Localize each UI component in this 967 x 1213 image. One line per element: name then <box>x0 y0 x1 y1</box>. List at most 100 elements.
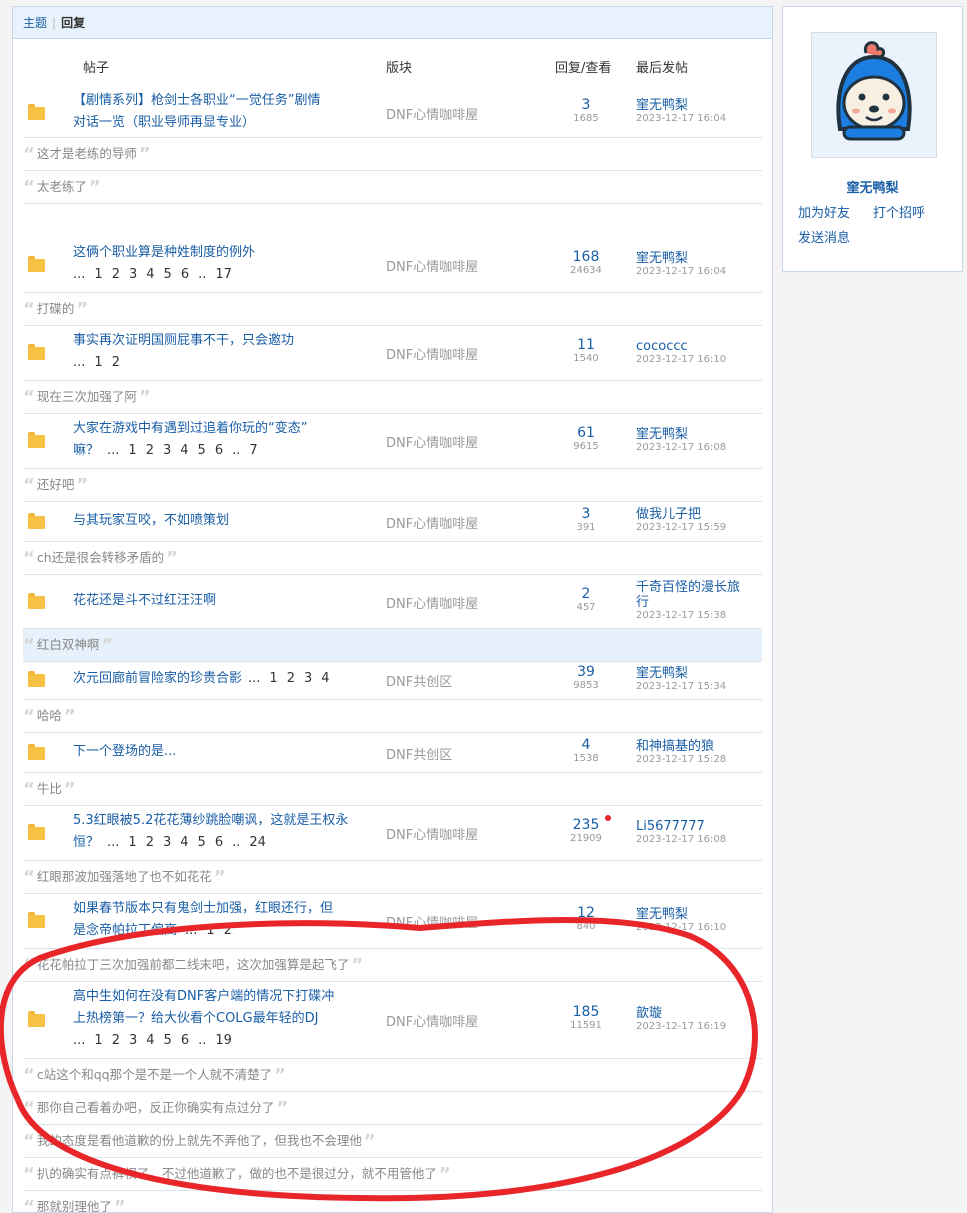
last-poster-link[interactable]: 行 <box>636 595 761 610</box>
reply-quote[interactable]: “牛比” <box>23 773 762 806</box>
forum-link[interactable]: DNF心情咖啡屋 <box>386 256 478 275</box>
last-poster-link[interactable]: 窐无鸭梨 <box>636 427 761 442</box>
page-link[interactable]: 3 <box>129 1033 137 1048</box>
page-link[interactable]: 24 <box>249 835 266 850</box>
thread-title-link[interactable]: 【剧情系列】枪剑士各职业“一觉任务”剧情 <box>73 90 368 112</box>
page-link[interactable]: 3 <box>304 671 312 686</box>
page-link[interactable]: 4 <box>321 671 329 686</box>
reply-quote[interactable]: “太老练了” <box>23 171 762 204</box>
thread-title-link[interactable]: 5.3红眼被5.2花花薄纱跳脸嘲讽，这就是王权永 <box>73 810 368 832</box>
tab-reply[interactable]: 回复 <box>61 14 85 31</box>
reply-quote[interactable]: “那你自己看着办吧，反正你确实有点过分了” <box>23 1092 762 1125</box>
thread-title-link[interactable]: 嘛？ <box>73 443 99 458</box>
page-link[interactable]: 4 <box>180 443 188 458</box>
thread-title-link[interactable]: 对话一览（职业导师再显专业） <box>73 112 368 134</box>
reply-quote[interactable]: “现在三次加强了阿” <box>23 381 762 414</box>
page-link[interactable]: 1 <box>269 671 277 686</box>
last-poster-link[interactable]: 窐无鸭梨 <box>636 251 761 266</box>
reply-quote[interactable]: “还好吧” <box>23 469 762 502</box>
forum-link[interactable]: DNF心情咖啡屋 <box>386 593 478 612</box>
avatar[interactable] <box>811 32 937 158</box>
page-link[interactable]: 4 <box>180 835 188 850</box>
thread-title-link[interactable]: 下一个登场的是... <box>73 741 368 763</box>
send-message-link[interactable]: 发送消息 <box>798 227 850 246</box>
thread-title-link[interactable]: 上热榜第一？给大伙看个COLG最年轻的DJ <box>73 1008 368 1030</box>
reply-quote[interactable]: “红白双神啊” <box>23 629 762 662</box>
page-link[interactable]: 19 <box>215 1033 232 1048</box>
page-link[interactable]: 3 <box>129 267 137 282</box>
page-link[interactable]: 1 <box>128 835 136 850</box>
forum-link[interactable]: DNF心情咖啡屋 <box>386 344 478 363</box>
page-link[interactable]: 4 <box>146 1033 154 1048</box>
page-link[interactable]: 2 <box>112 355 120 370</box>
last-poster-link[interactable]: 窐无鸭梨 <box>636 666 761 681</box>
page-link[interactable]: 2 <box>112 267 120 282</box>
page-link[interactable]: 5 <box>198 835 206 850</box>
forum-link[interactable]: DNF心情咖啡屋 <box>386 912 478 931</box>
forum-link[interactable]: DNF共创区 <box>386 744 452 763</box>
page-link[interactable]: 3 <box>163 443 171 458</box>
thread-title-link[interactable]: 花花还是斗不过红汪汪啊 <box>73 590 368 612</box>
forum-link[interactable]: DNF心情咖啡屋 <box>386 513 478 532</box>
page-link[interactable]: 1 <box>128 443 136 458</box>
thread-title-link[interactable]: 是念帝帕拉丁偏高 <box>73 923 177 938</box>
thread-title-link[interactable]: 这俩个职业算是种姓制度的例外 <box>73 242 368 264</box>
page-link[interactable]: 5 <box>164 1033 172 1048</box>
reply-quote[interactable]: “红眼那波加强落地了也不如花花” <box>23 861 762 894</box>
reply-quote[interactable]: “花花帕拉丁三次加强前都二线末吧，这次加强算是起飞了” <box>23 949 762 982</box>
reply-quote[interactable]: “c站这个和qq那个是不是一个人就不清楚了” <box>23 1059 762 1092</box>
last-poster-link[interactable]: Li5677777 <box>636 819 761 834</box>
page-link[interactable]: 6 <box>181 1033 189 1048</box>
page-link[interactable]: 7 <box>249 443 257 458</box>
reply-quote[interactable]: “哈哈” <box>23 700 762 733</box>
forum-link[interactable]: DNF心情咖啡屋 <box>386 104 478 123</box>
thread-title-link[interactable]: 恒？ <box>73 835 99 850</box>
page-link[interactable]: 3 <box>163 835 171 850</box>
page-link[interactable]: 6 <box>215 443 223 458</box>
thread-title-link[interactable]: 事实再次证明国厕屁事不干，只会邀功 <box>73 330 368 352</box>
add-friend-link[interactable]: 加为好友 <box>798 202 850 221</box>
page-link[interactable]: 4 <box>146 267 154 282</box>
dog-hood-avatar-icon <box>812 33 936 157</box>
reply-quote[interactable]: “ch还是很会转移矛盾的” <box>23 542 762 575</box>
page-link[interactable]: 2 <box>146 835 154 850</box>
page-link[interactable]: 1 <box>94 355 102 370</box>
page-link[interactable]: 2 <box>146 443 154 458</box>
page-link[interactable]: 5 <box>164 267 172 282</box>
greet-link[interactable]: 打个招呼 <box>873 202 925 221</box>
last-poster-link[interactable]: 和神搞基的狼 <box>636 739 761 754</box>
last-poster-link[interactable]: cococcc <box>636 339 761 354</box>
last-poster-link[interactable]: 歆璇 <box>636 1006 761 1021</box>
page-link[interactable]: 2 <box>112 1033 120 1048</box>
forum-link[interactable]: DNF心情咖啡屋 <box>386 824 478 843</box>
last-poster-link[interactable]: 千奇百怪的漫长旅 <box>636 580 761 595</box>
forum-link[interactable]: DNF共创区 <box>386 671 452 690</box>
page-link[interactable]: 6 <box>215 835 223 850</box>
reply-quote[interactable]: “打碟的” <box>23 293 762 326</box>
thread-title-link[interactable]: 大家在游戏中有遇到过追着你玩的“变态” <box>73 418 368 440</box>
forum-link[interactable]: DNF心情咖啡屋 <box>386 1011 478 1030</box>
profile-username[interactable]: 窐无鸭梨 <box>783 177 962 196</box>
last-poster-link[interactable]: 窐无鸭梨 <box>636 907 761 922</box>
page-link[interactable]: 17 <box>215 267 232 282</box>
thread-title-link[interactable]: 与其玩家互咬，不如喷策划 <box>73 510 368 532</box>
thread-title-link[interactable]: 如果春节版本只有鬼剑士加强，红眼还行，但 <box>73 898 368 920</box>
page-link[interactable]: 6 <box>181 267 189 282</box>
thread-title-link[interactable]: 高中生如何在没有DNF客户端的情况下打碟冲 <box>73 986 368 1008</box>
page-link[interactable]: 1 <box>94 267 102 282</box>
thread-title-link[interactable]: 次元回廊前冒险家的珍贵合影 <box>73 671 242 686</box>
page-link[interactable]: 2 <box>224 923 232 938</box>
page-link[interactable]: 1 <box>206 923 214 938</box>
reply-quote[interactable]: “这才是老练的导师” <box>23 138 762 171</box>
reply-quote[interactable]: “扒的确实有点裤衩了，不过他道歉了，做的也不是很过分，就不用管他了” <box>23 1158 762 1191</box>
last-poster-link[interactable]: 做我儿子把 <box>636 507 761 522</box>
last-poster-link[interactable]: 窐无鸭梨 <box>636 98 761 113</box>
quote-close-icon: ” <box>76 475 89 496</box>
reply-quote[interactable]: “我的态度是看他道歉的份上就先不弄他了，但我也不会理他” <box>23 1125 762 1158</box>
tab-topic[interactable]: 主题 <box>23 14 47 31</box>
page-link[interactable]: 2 <box>287 671 295 686</box>
forum-link[interactable]: DNF心情咖啡屋 <box>386 432 478 451</box>
page-link[interactable]: 5 <box>198 443 206 458</box>
page-link[interactable]: 1 <box>94 1033 102 1048</box>
reply-quote[interactable]: “那就别理他了” <box>23 1191 762 1212</box>
